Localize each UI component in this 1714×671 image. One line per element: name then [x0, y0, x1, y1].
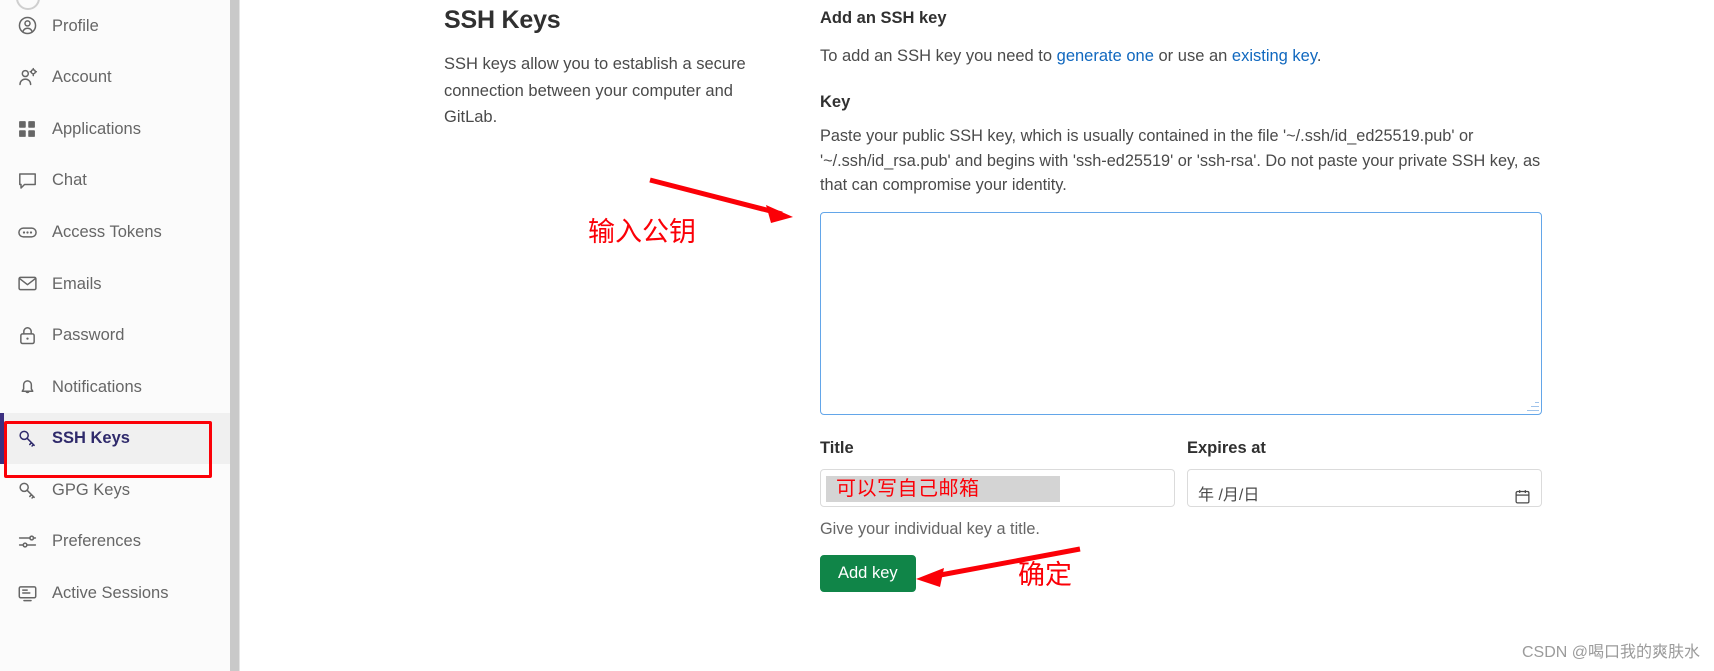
sidebar-item-label: Applications — [52, 119, 141, 138]
sidebar-item-notifications[interactable]: Notifications — [0, 361, 231, 413]
page-title: SSH Keys — [444, 6, 561, 34]
sidebar-item-label: Profile — [52, 16, 99, 35]
sidebar-item-label: Chat — [52, 171, 87, 190]
expires-field-group: Expires at 年 /月/日 — [1187, 439, 1542, 592]
gitlab-ssh-keys-page: Profile Account Applications Chat Access Tok… — [0, 0, 1714, 671]
chat-bubble-icon — [16, 170, 38, 192]
sidebar-scrollbar-thumb[interactable] — [230, 0, 239, 671]
title-field-label: Title — [820, 439, 854, 458]
intro-middle-text: or use an — [1153, 47, 1232, 65]
sidebar-item-label: Notifications — [52, 377, 142, 396]
expires-field-label: Expires at — [1187, 439, 1266, 458]
sidebar-item-preferences[interactable]: Preferences — [0, 516, 231, 568]
monitor-icon — [16, 582, 38, 604]
sidebar-item-label: Active Sessions — [52, 584, 169, 603]
generate-one-link[interactable]: generate one — [1057, 47, 1154, 65]
sidebar-item-profile[interactable]: Profile — [0, 0, 231, 52]
expires-input-wrapper: 年 /月/日 — [1187, 458, 1542, 508]
sidebar-item-active-sessions[interactable]: Active Sessions — [0, 568, 231, 620]
key-icon — [16, 428, 38, 450]
add-key-heading: Add an SSH key — [820, 9, 947, 27]
intro-prefix-text: To add an SSH key you need to — [820, 47, 1057, 65]
token-icon — [16, 221, 38, 243]
key-help-text: Paste your public SSH key, which is usua… — [820, 126, 1541, 195]
add-ssh-key-form: Add an SSH key To add an SSH key you nee… — [820, 0, 1542, 592]
title-field-group: Title 可以写自己邮箱 Give your individual key a… — [820, 439, 1175, 592]
add-key-button[interactable]: Add key — [820, 555, 916, 592]
sidebar-scrollbar-track[interactable] — [230, 0, 239, 671]
sidebar-item-password[interactable]: Password — [0, 310, 231, 362]
page-description: SSH keys allow you to establish a secure… — [444, 55, 746, 127]
sidebar-item-label: Access Tokens — [52, 222, 162, 241]
title-input-wrapper: 可以写自己邮箱 — [820, 458, 1175, 508]
key-title-input[interactable] — [820, 469, 1175, 508]
sidebar-item-applications[interactable]: Applications — [0, 103, 231, 155]
bell-icon — [16, 376, 38, 398]
key-textarea-wrapper — [820, 212, 1542, 416]
sidebar-item-account[interactable]: Account — [0, 52, 231, 104]
user-settings-icon — [16, 66, 38, 88]
sidebar-item-label: Preferences — [52, 532, 141, 551]
expires-at-input[interactable] — [1187, 469, 1542, 508]
sidebar-item-emails[interactable]: Emails — [0, 258, 231, 310]
ssh-key-input[interactable] — [820, 212, 1542, 416]
title-field-hint: Give your individual key a title. — [820, 520, 1040, 539]
sidebar-item-label: GPG Keys — [52, 480, 130, 499]
envelope-icon — [16, 273, 38, 295]
calendar-icon[interactable] — [1512, 477, 1532, 515]
key-field-label: Key — [820, 92, 851, 111]
sidebar-item-label: SSH Keys — [52, 429, 130, 448]
annotation-label-key: 输入公钥 — [588, 217, 696, 247]
sliders-icon — [16, 531, 38, 553]
sidebar-item-ssh-keys[interactable]: SSH Keys — [0, 412, 231, 465]
sidebar-item-label: Password — [52, 326, 125, 345]
title-expires-row: Title 可以写自己邮箱 Give your individual key a… — [820, 439, 1542, 592]
key-icon — [16, 479, 38, 501]
csdn-watermark: CSDN @喝口我的爽肤水 — [1521, 644, 1700, 661]
sidebar-nav-list: Profile Account Applications Chat Access Tok… — [0, 0, 231, 619]
add-key-intro: To add an SSH key you need to generate o… — [820, 28, 1542, 69]
ssh-keys-intro-column: SSH Keys SSH keys allow you to establish… — [444, 0, 789, 131]
user-circle-icon — [16, 15, 38, 37]
settings-sidebar: Profile Account Applications Chat Access Tok… — [0, 0, 240, 671]
lock-icon — [16, 324, 38, 346]
sidebar-item-label: Account — [52, 68, 112, 87]
sidebar-item-label: Emails — [52, 274, 102, 293]
sidebar-item-chat[interactable]: Chat — [0, 155, 231, 207]
grid-apps-icon — [16, 118, 38, 140]
sidebar-item-access-tokens[interactable]: Access Tokens — [0, 206, 231, 258]
annotation-arrow-key — [649, 177, 793, 223]
intro-suffix-text: . — [1316, 47, 1322, 65]
sidebar-item-gpg-keys[interactable]: GPG Keys — [0, 464, 231, 516]
existing-key-link[interactable]: existing key — [1232, 47, 1317, 65]
